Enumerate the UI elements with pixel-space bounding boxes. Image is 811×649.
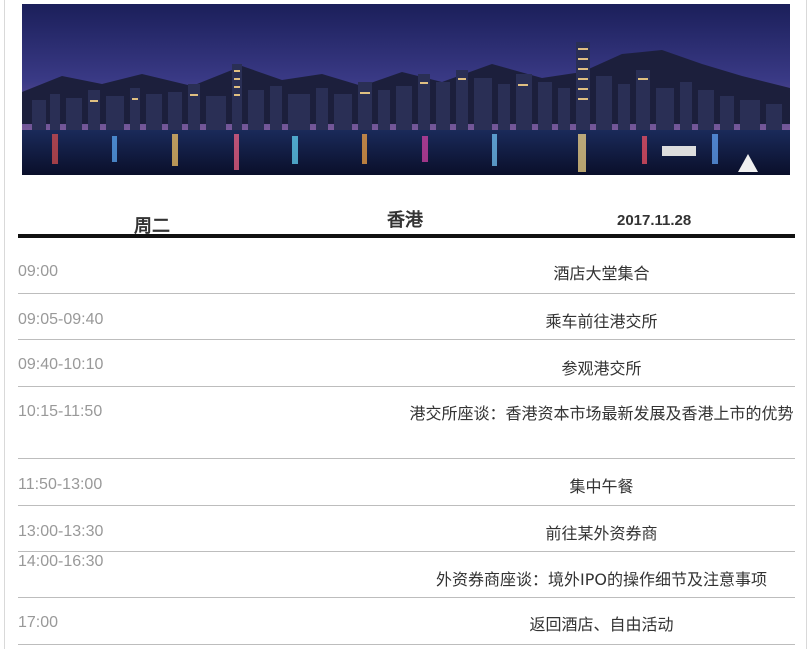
day-header: 周二 香港 2017.11.28 <box>18 205 795 237</box>
schedule-event: 返回酒店、自由活动 <box>529 615 674 634</box>
schedule-row: 09:00 酒店大堂集合 <box>18 238 795 294</box>
schedule-event: 酒店大堂集合 <box>553 264 650 283</box>
schedule-time: 09:00 <box>18 263 59 280</box>
schedule-time: 11:50-13:00 <box>18 476 103 493</box>
schedule-row: 10:15-11:50 港交所座谈：香港资本市场最新发展及香港上市的优势 <box>18 387 795 459</box>
page-border-right <box>806 0 807 649</box>
schedule-event: 乘车前往港交所 <box>545 312 658 331</box>
city-title: 香港 <box>387 210 423 231</box>
schedule-event: 前往某外资券商 <box>545 524 658 543</box>
schedule-time: 17:00 <box>18 614 59 631</box>
schedule-event: 外资券商座谈：境外IPO的操作细节及注意事项 <box>436 570 767 589</box>
schedule-time: 09:05-09:40 <box>18 311 104 328</box>
schedule-date: 2017.11.28 <box>617 212 692 229</box>
page-border-left <box>4 0 5 649</box>
schedule-row: 14:00-16:30 外资券商座谈：境外IPO的操作细节及注意事项 <box>18 552 795 598</box>
schedule-row: 09:40-10:10 参观港交所 <box>18 340 795 387</box>
schedule-event: 参观港交所 <box>561 359 642 378</box>
schedule-row: 13:00-13:30 前往某外资券商 <box>18 506 795 552</box>
hong-kong-skyline-image <box>22 4 790 175</box>
skyline-illustration <box>22 4 790 175</box>
schedule-event: 港交所座谈：香港资本市场最新发展及香港上市的优势 <box>409 404 794 423</box>
schedule-table: 09:00 酒店大堂集合 09:05-09:40 乘车前往港交所 09:40-1… <box>18 238 795 645</box>
schedule-row: 09:05-09:40 乘车前往港交所 <box>18 294 795 340</box>
schedule-time: 13:00-13:30 <box>18 523 104 540</box>
schedule-time: 10:15-11:50 <box>18 403 103 420</box>
schedule-time: 09:40-10:10 <box>18 356 104 373</box>
schedule-time: 14:00-16:30 <box>18 553 104 570</box>
schedule-row: 17:00 返回酒店、自由活动 <box>18 598 795 645</box>
schedule-event: 集中午餐 <box>569 477 634 496</box>
schedule-row: 11:50-13:00 集中午餐 <box>18 459 795 506</box>
